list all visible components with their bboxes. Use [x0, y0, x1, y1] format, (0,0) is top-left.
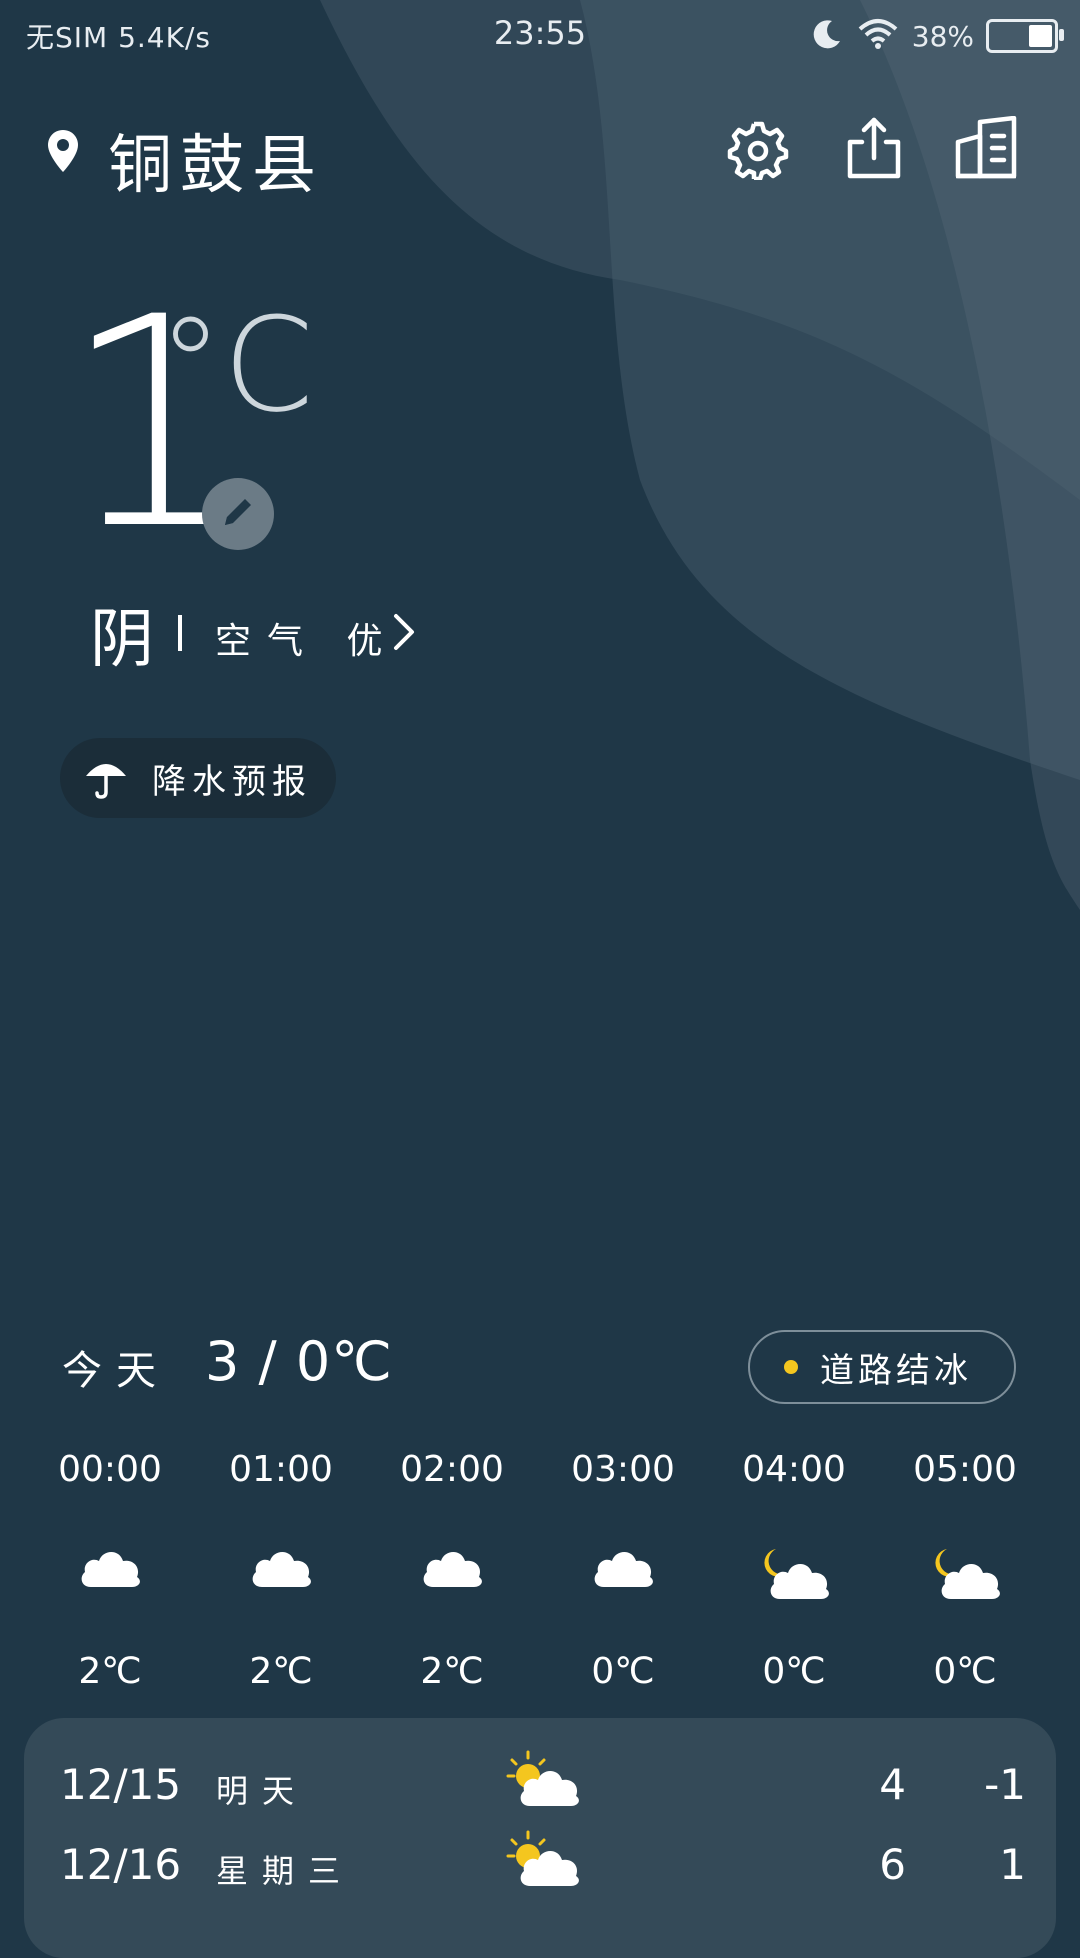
hour-item: 02:00 2℃: [382, 1445, 522, 1692]
cloud-icon: [211, 1545, 351, 1615]
edit-button[interactable]: [202, 478, 274, 550]
gear-icon[interactable]: [726, 116, 790, 182]
road-icing-alert[interactable]: 道路结冰: [748, 1330, 1016, 1404]
cloud-icon: [382, 1545, 522, 1615]
hour-temp: 0℃: [933, 1651, 997, 1692]
chevron-right-icon[interactable]: [390, 610, 420, 658]
hour-time: 02:00: [400, 1449, 504, 1490]
header: 铜鼓县: [0, 100, 1080, 210]
day-date: 12/15: [60, 1760, 182, 1809]
hour-time: 03:00: [571, 1449, 675, 1490]
share-icon[interactable]: [842, 116, 906, 180]
hour-temp: 0℃: [591, 1651, 655, 1692]
day-name: 明天: [216, 1772, 309, 1810]
partly-cloudy-day-icon: [506, 1830, 582, 1892]
hour-item: 00:00 2℃: [40, 1445, 180, 1692]
hour-temp: 2℃: [78, 1651, 142, 1692]
hour-temp: 2℃: [420, 1651, 484, 1692]
battery-percent: 38%: [911, 19, 974, 53]
status-bar: 无SIM 5.4K/s 23:55 38%: [0, 0, 1080, 70]
hour-temp: 2℃: [249, 1651, 313, 1692]
city-manage-icon[interactable]: [954, 115, 1018, 180]
air-quality[interactable]: 空气 优: [215, 612, 398, 664]
precipitation-forecast-button[interactable]: 降水预报: [60, 738, 336, 818]
divider: [178, 615, 182, 651]
battery-icon: [986, 19, 1064, 53]
cloud-icon: [553, 1545, 693, 1615]
hour-item: 04:00 0℃: [724, 1445, 864, 1692]
hour-time: 00:00: [58, 1449, 162, 1490]
hour-time: 04:00: [742, 1449, 846, 1490]
daily-forecast-card[interactable]: 12/15 明天 4 -1 12/16 星期三 6 1: [24, 1718, 1056, 1958]
day-date: 12/16: [60, 1840, 182, 1889]
location-pin-icon: [46, 128, 80, 178]
day-name: 星期三: [216, 1852, 355, 1890]
partly-cloudy-night-icon: [724, 1545, 864, 1615]
day-high: 6: [879, 1840, 906, 1889]
city-name[interactable]: 铜鼓县: [108, 114, 324, 206]
day-low: 1: [999, 1840, 1026, 1889]
moon-icon: [810, 17, 844, 55]
today-label: 今天: [62, 1348, 170, 1394]
alert-text: 道路结冰: [820, 1350, 972, 1391]
day-high: 4: [879, 1760, 906, 1809]
hour-temp: 0℃: [762, 1651, 826, 1692]
daily-row[interactable]: 12/15 明天 4 -1: [24, 1750, 1056, 1830]
weather-condition: 阴: [90, 603, 154, 677]
partly-cloudy-day-icon: [506, 1750, 582, 1812]
hour-item: 01:00 2℃: [211, 1445, 351, 1692]
hour-time: 05:00: [913, 1449, 1017, 1490]
hour-item: 05:00 0℃: [895, 1445, 1035, 1692]
precipitation-label: 降水预报: [152, 761, 312, 802]
daily-row[interactable]: 12/16 星期三 6 1: [24, 1830, 1056, 1910]
today-temperature-range: 3 / 0℃: [205, 1330, 393, 1393]
alert-dot: [784, 1360, 798, 1374]
day-low: -1: [984, 1760, 1026, 1809]
temperature-unit: °C: [158, 289, 314, 441]
partly-cloudy-night-icon: [895, 1545, 1035, 1615]
hour-time: 01:00: [229, 1449, 333, 1490]
cloud-icon: [40, 1545, 180, 1615]
hour-item: 03:00 0℃: [553, 1445, 693, 1692]
wifi-icon: [856, 17, 900, 55]
umbrella-icon: [84, 756, 128, 800]
pencil-icon: [219, 493, 257, 535]
